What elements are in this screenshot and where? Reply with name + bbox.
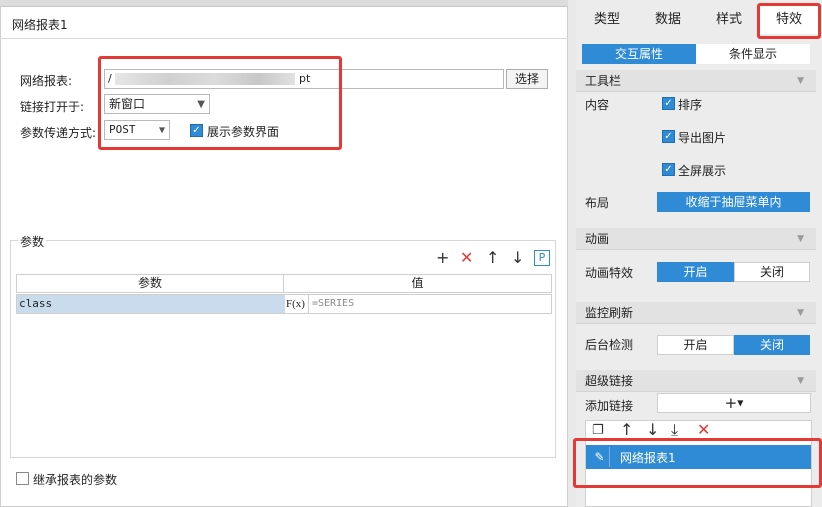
params-group-label: 参数: [18, 233, 47, 250]
add-link-label: 添加链接: [585, 399, 634, 413]
chevron-down-icon: ▼: [797, 76, 804, 86]
export-image-checkbox[interactable]: ✓: [662, 130, 675, 143]
highlight-box: [573, 438, 822, 488]
param-value-cell[interactable]: =SERIES: [308, 295, 551, 313]
params-group: [10, 240, 556, 458]
table-row[interactable]: class F(x) =SERIES: [16, 294, 552, 314]
highlight-box: [757, 3, 821, 39]
tab-style[interactable]: 样式: [706, 6, 752, 34]
sort-checkbox[interactable]: ✓: [662, 97, 675, 110]
divider: [0, 38, 568, 39]
content-label: 内容: [585, 98, 610, 112]
delete-param-button[interactable]: ✕: [460, 250, 473, 266]
copy-icon[interactable]: ❐: [592, 423, 604, 439]
move-down-button[interactable]: ↓: [511, 250, 524, 266]
fullscreen-checkbox[interactable]: ✓: [662, 163, 675, 176]
ruler: [0, 0, 568, 7]
inherit-params-checkbox[interactable]: [16, 472, 29, 485]
move-bottom-button[interactable]: ⤓: [671, 422, 678, 438]
sort-label: 排序: [678, 98, 703, 112]
section-title: 监控刷新: [585, 306, 634, 320]
subtab-interaction[interactable]: 交互属性: [582, 44, 696, 64]
tab-type[interactable]: 类型: [584, 6, 630, 34]
column-header: 值: [411, 276, 424, 290]
animation-label: 动画特效: [585, 266, 634, 280]
delete-link-button[interactable]: ✕: [697, 422, 710, 438]
report-label: 网络报表:: [20, 74, 73, 88]
fullscreen-label: 全屏展示: [678, 164, 727, 178]
move-down-button[interactable]: ↓: [646, 422, 659, 438]
highlight-box: [98, 56, 342, 150]
chevron-down-icon: ▼: [797, 376, 804, 386]
monitor-on-toggle[interactable]: 开启: [657, 335, 734, 355]
add-link-button[interactable]: +▼: [657, 393, 811, 413]
add-param-button[interactable]: +: [436, 250, 449, 266]
subtab-condition[interactable]: 条件显示: [696, 44, 810, 64]
export-image-label: 导出图片: [678, 131, 727, 145]
animation-section[interactable]: 动画 ▼: [576, 228, 816, 250]
method-label: 参数传递方式:: [20, 126, 97, 140]
monitor-off-toggle[interactable]: 关闭: [734, 335, 810, 355]
hyperlink-section[interactable]: 超级链接 ▼: [576, 370, 816, 392]
toolbar-section[interactable]: 工具栏 ▼: [576, 70, 816, 92]
chevron-down-icon: ▼: [737, 398, 744, 408]
formula-icon[interactable]: F(x): [286, 295, 308, 313]
animation-on-toggle[interactable]: 开启: [657, 262, 734, 282]
layout-drawer-option[interactable]: 收缩于抽屉菜单内: [657, 192, 810, 212]
params-table-header: 参数 值: [16, 274, 552, 293]
param-name-cell[interactable]: class: [17, 295, 285, 313]
open-in-label: 链接打开于:: [20, 100, 85, 114]
move-up-button[interactable]: ↑: [486, 250, 499, 266]
section-title: 动画: [585, 232, 610, 246]
animation-off-toggle[interactable]: 关闭: [734, 262, 810, 282]
inherit-params-label: 继承报表的参数: [33, 473, 118, 487]
tab-data[interactable]: 数据: [645, 6, 691, 34]
param-p-button[interactable]: P: [534, 250, 550, 266]
column-header: 参数: [17, 275, 284, 292]
chevron-down-icon: ▼: [797, 234, 804, 244]
monitor-label: 后台检测: [585, 338, 634, 352]
section-title: 工具栏: [585, 74, 622, 88]
section-title: 超级链接: [585, 374, 634, 388]
layout-label: 布局: [585, 196, 610, 210]
dialog-title: 网络报表1: [12, 18, 68, 32]
monitor-section[interactable]: 监控刷新 ▼: [576, 302, 816, 324]
move-up-button[interactable]: ↑: [620, 422, 633, 438]
chevron-down-icon: ▼: [797, 308, 804, 318]
select-button[interactable]: 选择: [506, 69, 548, 89]
